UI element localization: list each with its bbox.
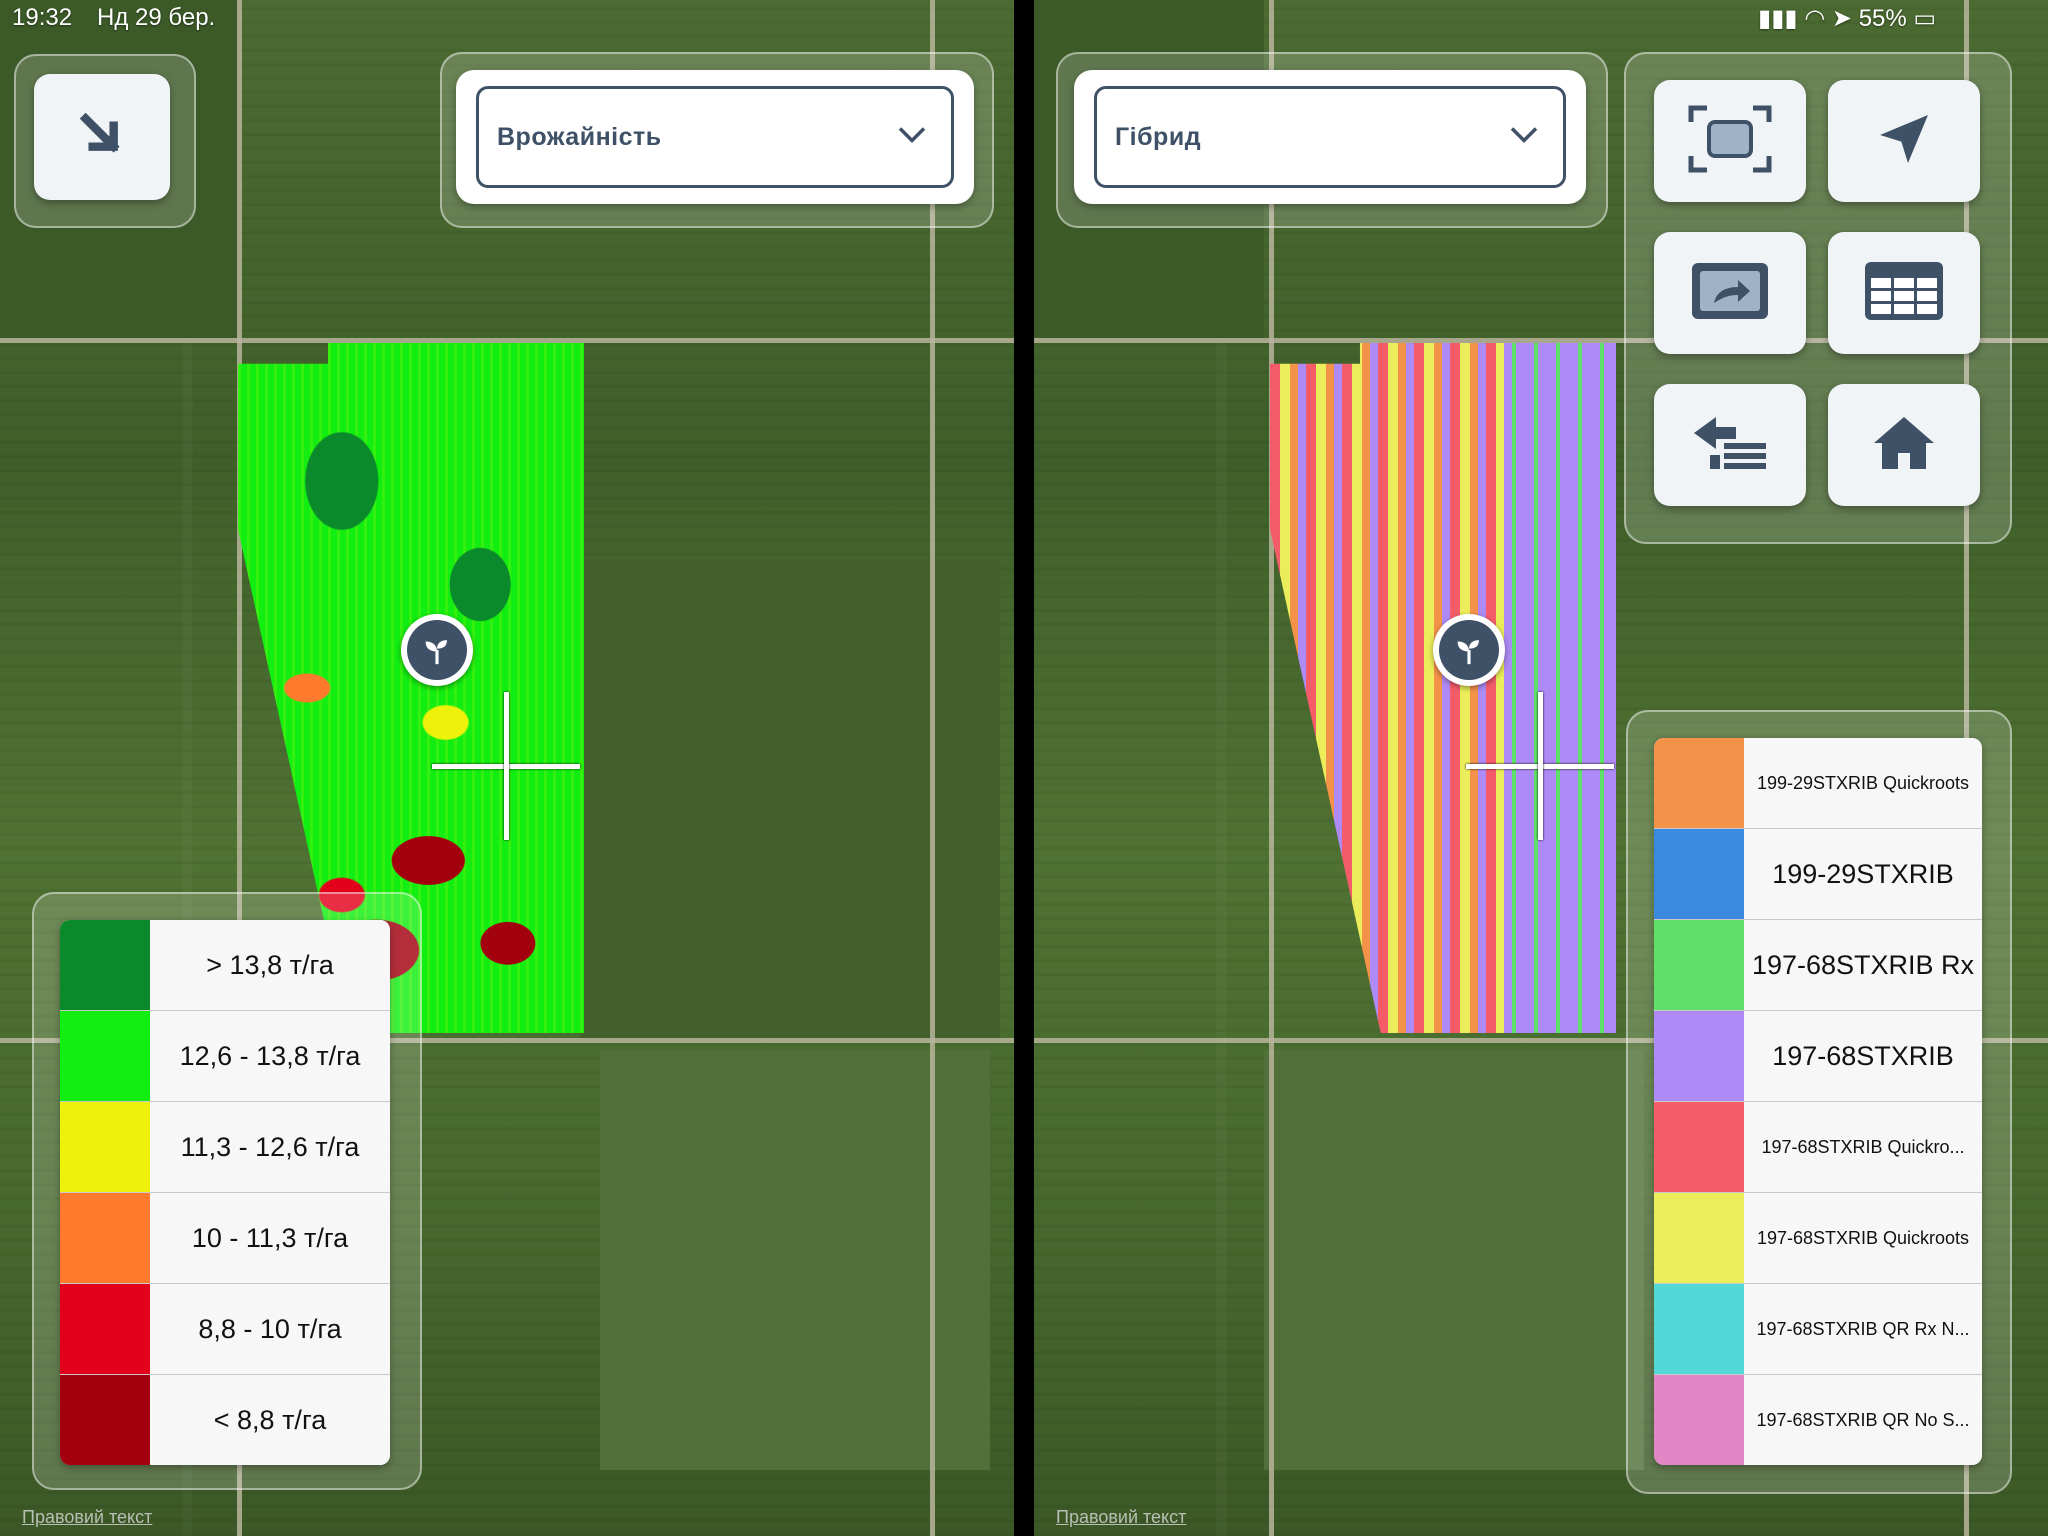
status-date: Нд 29 бер. bbox=[97, 4, 216, 31]
back-to-list-icon bbox=[1690, 411, 1770, 480]
fit-extent-icon bbox=[1685, 102, 1775, 181]
legend-label: 199-29STXRIB bbox=[1744, 829, 1982, 919]
hybrid-legend: 199-29STXRIB Quickroots 199-29STXRIB 197-6… bbox=[1654, 738, 1982, 1465]
legend-swatch bbox=[60, 1102, 150, 1192]
share-screen-icon bbox=[1688, 259, 1772, 328]
sprout-icon bbox=[407, 620, 467, 680]
signal-icon: ▮▮▮ bbox=[1758, 5, 1798, 32]
legend-label: 11,3 - 12,6 т/га bbox=[150, 1102, 390, 1192]
map-parcel bbox=[1264, 1050, 1644, 1470]
navigation-arrow-icon bbox=[1872, 107, 1936, 176]
right-map-pane: ▮▮▮ ◠ ➤ 55% ▭ Гібрид 199-29STXRIB Quickr… bbox=[1034, 0, 2048, 1536]
expand-button[interactable] bbox=[34, 74, 170, 200]
legend-row: 197-68STXRIB Quickro... bbox=[1654, 1102, 1982, 1193]
split-divider[interactable] bbox=[1014, 0, 1034, 1536]
location-icon: ➤ bbox=[1831, 5, 1853, 32]
layer-dropdown[interactable]: Гібрид bbox=[1074, 70, 1586, 204]
legend-label: 197-68STXRIB QR No S... bbox=[1744, 1375, 1982, 1465]
legend-label: 8,8 - 10 т/га bbox=[150, 1284, 390, 1374]
legend-swatch bbox=[60, 1193, 150, 1283]
map-crosshair bbox=[432, 692, 580, 840]
legend-label: > 13,8 т/га bbox=[150, 920, 390, 1010]
legend-swatch bbox=[1654, 1011, 1744, 1101]
table-icon bbox=[1863, 260, 1945, 327]
field-pin[interactable] bbox=[1433, 614, 1505, 686]
arrow-down-right-icon bbox=[74, 107, 130, 168]
legend-row: 197-68STXRIB Quickroots bbox=[1654, 1193, 1982, 1284]
sprout-icon bbox=[1439, 620, 1499, 680]
legend-label: 199-29STXRIB Quickroots bbox=[1744, 738, 1982, 828]
legend-row: 197-68STXRIB QR No S... bbox=[1654, 1375, 1982, 1465]
wifi-icon: ◠ bbox=[1804, 5, 1826, 32]
legend-row: > 13,8 т/га bbox=[60, 920, 390, 1011]
fit-extent-button[interactable] bbox=[1654, 80, 1806, 202]
legend-row: < 8,8 т/га bbox=[60, 1375, 390, 1465]
home-button[interactable] bbox=[1828, 384, 1980, 506]
road bbox=[1269, 0, 1274, 1536]
legend-swatch bbox=[60, 1011, 150, 1101]
legend-label: 197-68STXRIB bbox=[1744, 1011, 1982, 1101]
locate-button[interactable] bbox=[1828, 80, 1980, 202]
back-to-list-button[interactable] bbox=[1654, 384, 1806, 506]
map-crosshair bbox=[1466, 692, 1614, 840]
legend-label: 197-68STXRIB Rx bbox=[1744, 920, 1982, 1010]
legend-row: 8,8 - 10 т/га bbox=[60, 1284, 390, 1375]
status-time: 19:32 bbox=[12, 4, 73, 31]
legend-row: 197-68STXRIB bbox=[1654, 1011, 1982, 1102]
legend-swatch bbox=[1654, 920, 1744, 1010]
legend-label: 197-68STXRIB Quickro... bbox=[1744, 1102, 1982, 1192]
legend-row: 12,6 - 13,8 т/га bbox=[60, 1011, 390, 1102]
home-icon bbox=[1872, 413, 1936, 478]
legal-link[interactable]: Правовий текст bbox=[1056, 1507, 1186, 1528]
layer-dropdown-value: Гібрид bbox=[1115, 122, 1202, 151]
legend-swatch bbox=[1654, 1193, 1744, 1283]
legend-label: 197-68STXRIB Quickroots bbox=[1744, 1193, 1982, 1283]
field-pin[interactable] bbox=[401, 614, 473, 686]
legend-label: 12,6 - 13,8 т/га bbox=[150, 1011, 390, 1101]
left-map-pane: 19:32 Нд 29 бер. Врожайність > 13,8 т/га… bbox=[0, 0, 1014, 1536]
legend-label: 197-68STXRIB QR Rx N... bbox=[1744, 1284, 1982, 1374]
legend-label: 10 - 11,3 т/га bbox=[150, 1193, 390, 1283]
legend-swatch bbox=[60, 1284, 150, 1374]
chevron-down-icon bbox=[1509, 125, 1539, 150]
map-parcel bbox=[580, 560, 1000, 1040]
legend-swatch bbox=[60, 920, 150, 1010]
share-screen-button[interactable] bbox=[1654, 232, 1806, 354]
legend-row: 199-29STXRIB Quickroots bbox=[1654, 738, 1982, 829]
legend-swatch bbox=[1654, 829, 1744, 919]
legend-row: 197-68STXRIB QR Rx N... bbox=[1654, 1284, 1982, 1375]
legend-row: 197-68STXRIB Rx bbox=[1654, 920, 1982, 1011]
layer-dropdown[interactable]: Врожайність bbox=[456, 70, 974, 204]
yield-legend: > 13,8 т/га 12,6 - 13,8 т/га 11,3 - 12,6 т… bbox=[60, 920, 390, 1465]
legend-swatch bbox=[1654, 1375, 1744, 1465]
legend-row: 10 - 11,3 т/га bbox=[60, 1193, 390, 1284]
hybrid-field-map-east bbox=[1504, 343, 1616, 1033]
legend-row: 11,3 - 12,6 т/га bbox=[60, 1102, 390, 1193]
legend-swatch bbox=[1654, 738, 1744, 828]
legend-swatch bbox=[1654, 1102, 1744, 1192]
status-icons: ▮▮▮ ◠ ➤ 55% ▭ bbox=[1758, 4, 1936, 33]
road bbox=[930, 0, 935, 1536]
battery-icon: ▭ bbox=[1913, 5, 1937, 32]
legend-label: < 8,8 т/га bbox=[150, 1375, 390, 1465]
legal-link[interactable]: Правовий текст bbox=[22, 1507, 152, 1528]
layer-dropdown-value: Врожайність bbox=[497, 122, 662, 151]
legend-row: 199-29STXRIB bbox=[1654, 829, 1982, 920]
table-button[interactable] bbox=[1828, 232, 1980, 354]
road bbox=[0, 338, 1014, 343]
legend-swatch bbox=[60, 1375, 150, 1465]
chevron-down-icon bbox=[897, 125, 927, 150]
battery-percent: 55% bbox=[1858, 5, 1907, 32]
legend-swatch bbox=[1654, 1284, 1744, 1374]
